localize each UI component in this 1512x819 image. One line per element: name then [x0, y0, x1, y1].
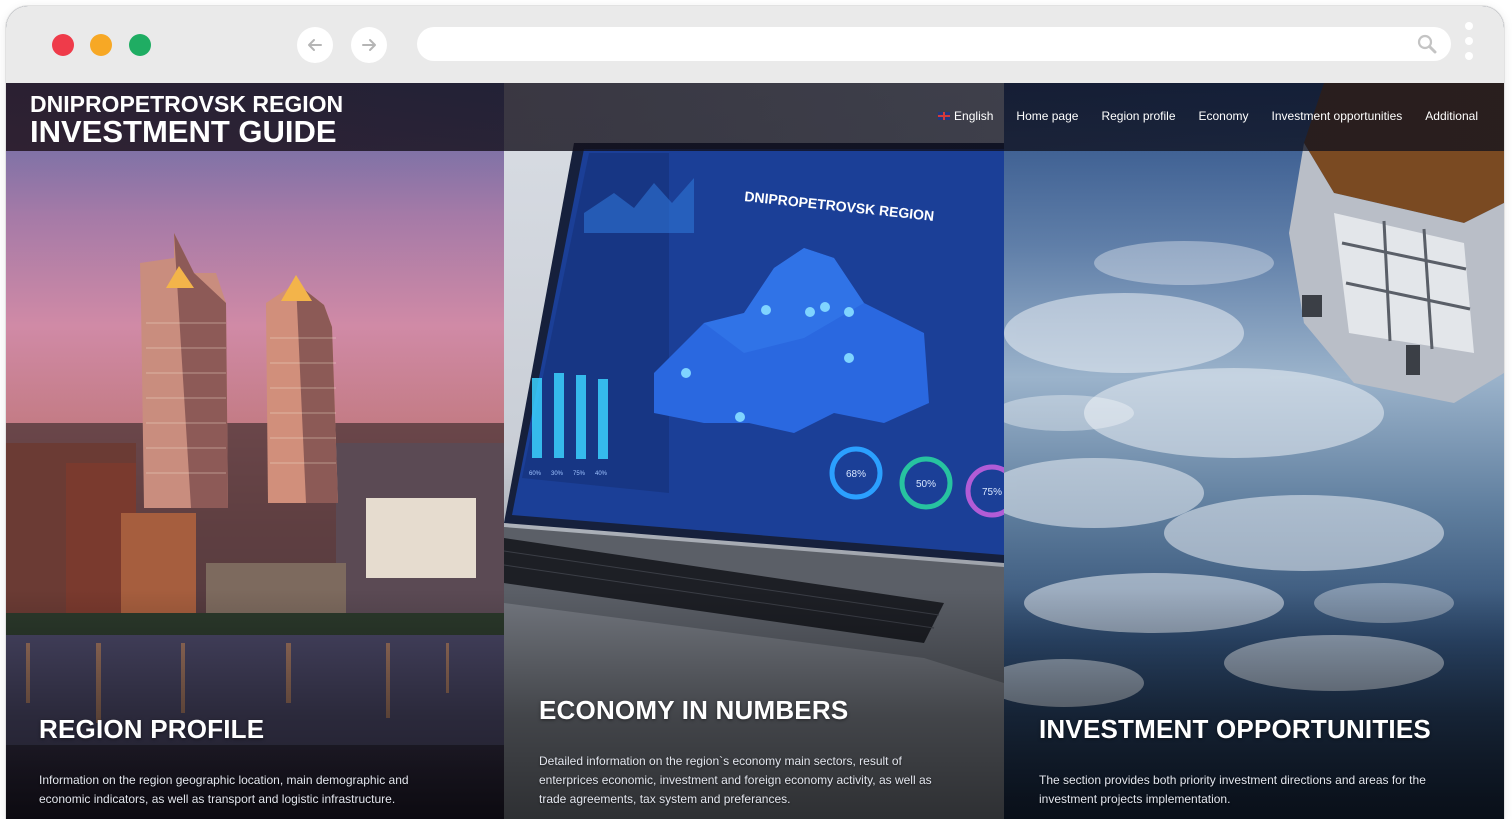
site-header: DNIPROPETROVSK REGION INVESTMENT GUIDE E…	[6, 83, 1504, 151]
investment-title[interactable]: INVESTMENT OPPORTUNITIES	[1039, 714, 1431, 745]
language-label: English	[954, 109, 994, 123]
arrow-left-icon	[308, 39, 322, 51]
gauge-label: 50%	[916, 479, 936, 490]
minimize-window-button[interactable]	[90, 34, 112, 56]
nav-home[interactable]: Home page	[1016, 109, 1078, 123]
bar-label: 30%	[551, 471, 564, 477]
main-nav: English Home page Region profile Economy…	[938, 109, 1478, 123]
investment-panel[interactable]: INVESTMENT OPPORTUNITIES The section pro…	[1004, 83, 1504, 819]
close-window-button[interactable]	[52, 34, 74, 56]
kebab-menu-icon[interactable]	[1464, 22, 1474, 68]
nav-investment[interactable]: Investment opportunities	[1272, 109, 1403, 123]
economy-description: Detailed information on the region`s eco…	[539, 754, 932, 806]
nav-economy[interactable]: Economy	[1199, 109, 1249, 123]
forward-button[interactable]	[351, 27, 387, 63]
region-profile-title[interactable]: REGION PROFILE	[39, 714, 264, 745]
arrow-right-icon	[362, 39, 376, 51]
browser-toolbar	[6, 6, 1504, 83]
region-profile-description: Information on the region geographic loc…	[39, 773, 409, 806]
nav-region-profile[interactable]: Region profile	[1101, 109, 1175, 123]
search-icon[interactable]	[1417, 34, 1437, 54]
maximize-window-button[interactable]	[129, 34, 151, 56]
investment-description: The section provides both priority inves…	[1039, 773, 1426, 806]
address-bar[interactable]	[417, 27, 1451, 61]
language-switcher[interactable]: English	[938, 109, 993, 123]
website-viewport: REGION PROFILE Information on the region…	[6, 83, 1504, 819]
region-profile-panel[interactable]: REGION PROFILE Information on the region…	[6, 83, 504, 819]
brand-title[interactable]: INVESTMENT GUIDE	[30, 114, 337, 150]
uk-flag-icon	[938, 112, 951, 120]
economy-panel[interactable]: DNIPROPETROVSK REGION 60% 30% 75% 40% 68…	[504, 83, 1004, 819]
bar-label: 60%	[529, 471, 542, 477]
nav-additional[interactable]: Additional	[1425, 109, 1478, 123]
gauge-label: 75%	[982, 487, 1002, 498]
bar-label: 40%	[595, 471, 608, 477]
gauge-label: 68%	[846, 469, 866, 480]
economy-title[interactable]: ECONOMY IN NUMBERS	[539, 695, 848, 726]
back-button[interactable]	[297, 27, 333, 63]
bar-label: 75%	[573, 471, 586, 477]
browser-window: REGION PROFILE Information on the region…	[6, 6, 1504, 819]
